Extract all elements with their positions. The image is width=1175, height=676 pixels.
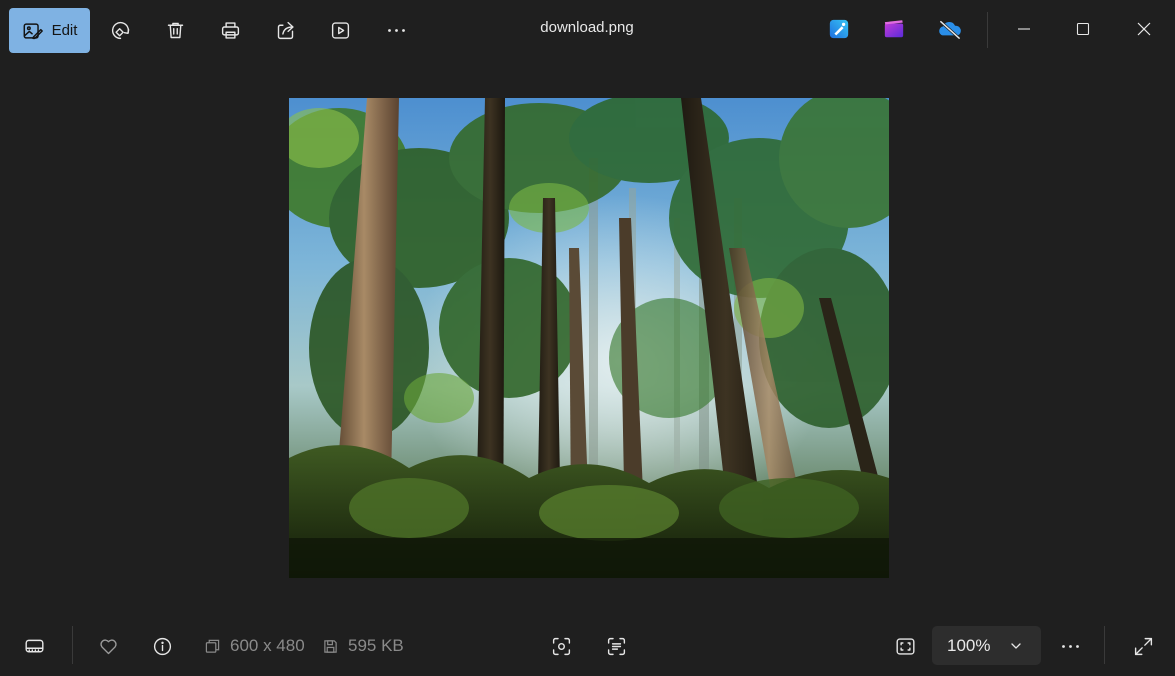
filmstrip-icon xyxy=(24,639,44,652)
bottom-more-button[interactable] xyxy=(1053,630,1087,662)
full-screen-button[interactable] xyxy=(1126,630,1160,662)
heart-icon xyxy=(99,638,117,654)
forest-photo xyxy=(289,98,889,578)
zoom-level-dropdown[interactable]: 100% xyxy=(932,626,1041,665)
toolbar-divider xyxy=(987,12,988,48)
onedrive-icon xyxy=(939,20,961,40)
edit-button[interactable]: Edit xyxy=(9,8,90,53)
delete-button[interactable] xyxy=(159,14,191,46)
bottom-status-bar: 600 x 480 595 KB 100% xyxy=(0,620,1175,676)
info-icon xyxy=(153,637,171,655)
rotate-icon xyxy=(111,21,129,39)
visual-search-button[interactable] xyxy=(544,630,578,662)
file-size: 595 KB xyxy=(323,635,404,657)
print-icon xyxy=(221,21,239,39)
chevron-down-icon xyxy=(1011,642,1022,649)
image-dimensions: 600 x 480 xyxy=(205,635,305,657)
dimensions-icon xyxy=(205,639,220,653)
maximize-icon xyxy=(1076,22,1090,36)
favorite-button[interactable] xyxy=(91,630,125,662)
status-divider-right xyxy=(1104,626,1105,664)
fit-to-window-button[interactable] xyxy=(888,630,922,662)
share-icon xyxy=(277,21,294,39)
edit-image-icon xyxy=(23,22,43,39)
rotate-button[interactable] xyxy=(104,14,136,46)
delete-icon xyxy=(167,22,183,38)
photos-app-window: Edit download.png 600 x 480 595 KB 100% xyxy=(0,0,1175,676)
more-options-button[interactable] xyxy=(380,14,412,46)
share-button[interactable] xyxy=(269,14,301,46)
clipchamp-app-button[interactable] xyxy=(882,17,906,41)
window-title: download.png xyxy=(540,19,634,36)
filmstrip-button[interactable] xyxy=(17,630,51,662)
zoom-level-text: 100% xyxy=(947,635,991,655)
print-button[interactable] xyxy=(214,14,246,46)
minimize-icon xyxy=(1018,28,1030,30)
more-icon xyxy=(1061,644,1079,648)
maximize-button[interactable] xyxy=(1060,10,1106,48)
edit-button-label: Edit xyxy=(51,22,78,39)
clipchamp-icon xyxy=(884,20,904,38)
close-icon xyxy=(1137,22,1151,36)
slideshow-button[interactable] xyxy=(324,14,356,46)
text-scan-button[interactable] xyxy=(599,630,633,662)
file-size-text: 595 KB xyxy=(348,636,404,655)
designer-app-button[interactable] xyxy=(827,17,851,41)
text-scan-icon xyxy=(607,637,625,655)
visual-search-icon xyxy=(552,637,570,655)
onedrive-app-button[interactable] xyxy=(935,17,965,41)
file-info-button[interactable] xyxy=(145,630,179,662)
photo-viewport[interactable] xyxy=(289,98,889,578)
top-toolbar: Edit download.png xyxy=(0,0,1175,60)
more-icon xyxy=(387,28,405,32)
save-disk-icon xyxy=(324,639,337,653)
dimensions-text: 600 x 480 xyxy=(230,636,305,655)
expand-icon xyxy=(1134,637,1152,655)
designer-icon xyxy=(829,19,849,39)
fit-window-icon xyxy=(895,637,915,655)
minimize-button[interactable] xyxy=(1001,10,1047,48)
slideshow-icon xyxy=(331,21,349,39)
close-button[interactable] xyxy=(1121,10,1167,48)
status-divider-left xyxy=(72,626,73,664)
